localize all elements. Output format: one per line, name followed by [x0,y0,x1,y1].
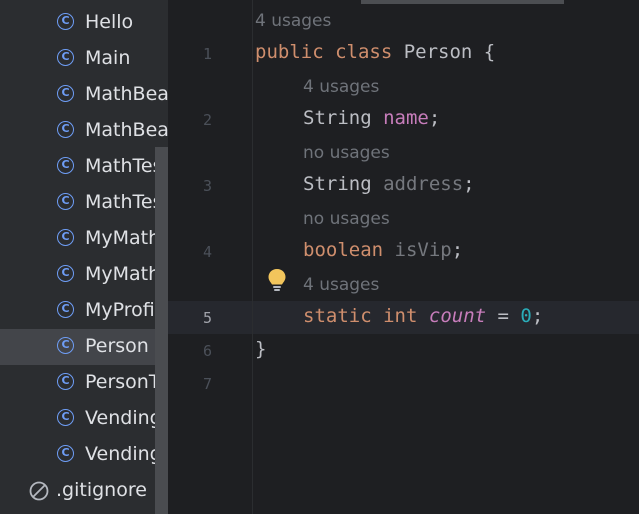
tree-item-label: MyMath [85,227,161,249]
tree-item-mymathtest[interactable]: C MyMathT [0,257,168,293]
tree-item-mathtest-2[interactable]: C MathTes [0,185,168,221]
line-number: 6 [202,342,212,360]
tree-item-myprofile[interactable]: C MyProfile [0,293,168,329]
class-icon: C [57,445,74,462]
code-line-4: boolean isVip; [303,239,463,261]
tree-item-label: MathBea [85,83,168,105]
keyword: public [255,41,324,63]
field-name: count [428,305,487,327]
horizontal-scrollbar[interactable] [361,0,564,4]
field-name: address [383,173,464,195]
line-number-current: 5 [202,309,212,327]
tree-item-vending-2[interactable]: C VendingM [0,437,168,473]
class-icon: C [57,157,74,174]
class-icon: C [57,229,74,246]
lightbulb-icon[interactable] [267,268,287,292]
class-declaration: Person { [392,41,496,63]
tree-item-label: MathTes [85,191,163,213]
code-line-3: String address; [303,173,475,195]
tree-item-person[interactable]: C Person [0,329,155,365]
semicolon: ; [463,173,475,195]
assignment: = [486,305,521,327]
tree-item-mymath[interactable]: C MyMath [0,221,168,257]
code-editor[interactable]: 1 2 3 4 5 6 7 4 usages 4 usages no usage… [168,0,639,514]
tree-item-vending-1[interactable]: C VendingM [0,401,168,437]
tree-item-gitignore[interactable]: .gitignore [0,473,168,509]
semicolon: ; [531,305,544,327]
class-icon: C [57,121,74,138]
class-icon: C [57,373,74,390]
class-icon: C [57,13,74,30]
line-number: 4 [202,243,212,261]
usage-hint: no usages [303,143,390,163]
code-line-6: } [255,338,267,360]
keyword: int [383,305,418,327]
tree-item-mathbean-2[interactable]: C MathBea [0,113,168,149]
tree-item-label: Main [85,47,131,69]
class-icon: C [57,301,74,318]
usage-hint[interactable]: 4 usages [255,11,331,31]
keyword: class [335,41,393,63]
tree-item-mathbean-1[interactable]: C MathBea [0,77,168,113]
tree-item-mathtest-1[interactable]: C MathTes [0,149,168,185]
class-icon: C [57,193,74,210]
code-line-2: String name; [303,107,440,129]
keyword: boolean [303,239,384,261]
class-icon: C [57,85,74,102]
tree-item-label: MathTes [85,155,163,177]
code-line-5: static int count = 0; [303,305,543,327]
usage-hint[interactable]: 4 usages [303,77,379,97]
type-name: String [303,173,372,195]
tree-item-label: Person [85,335,149,357]
line-number: 1 [202,45,212,63]
type-name: String [303,107,372,129]
code-line-1: public class Person { [255,41,495,63]
tree-item-label: MathBea [85,119,168,141]
tree-item-hello[interactable]: C Hello [0,5,168,41]
tree-item-persontest[interactable]: C PersonTe [0,365,168,401]
field-name: isVip [394,239,452,261]
class-icon: C [57,409,74,426]
field-name: name [383,107,429,129]
usage-hint[interactable]: 4 usages [303,275,379,295]
line-number: 7 [202,375,212,393]
tree-item-label: Hello [85,11,134,33]
number-literal: 0 [520,305,532,327]
line-number: 2 [202,111,212,129]
tree-item-main[interactable]: C Main [0,41,168,77]
class-icon: C [57,337,74,354]
tree-item-label: .gitignore [56,479,147,501]
ignored-file-icon [29,481,49,501]
keyword: static [303,305,372,327]
project-tree: C Hello C Main C MathBea C MathBea C Mat… [0,0,168,514]
class-icon: C [57,265,74,282]
semicolon: ; [451,239,464,261]
semicolon: ; [428,107,441,129]
tree-scrollbar[interactable] [155,147,168,514]
gutter-divider [252,0,253,514]
class-icon: C [57,49,74,66]
line-number: 3 [202,177,212,195]
usage-hint: no usages [303,209,390,229]
